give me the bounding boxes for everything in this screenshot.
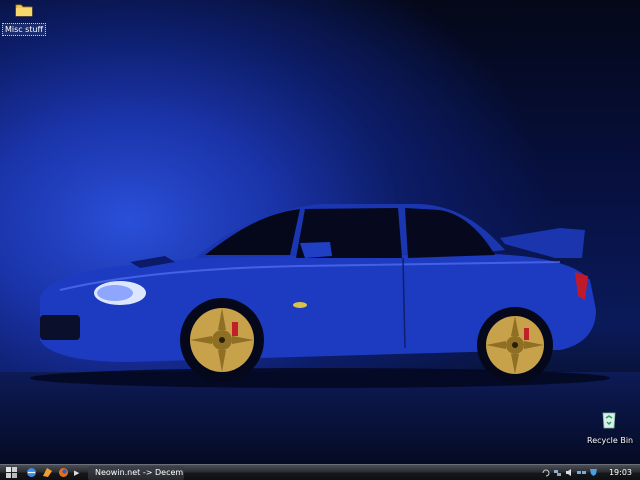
start-button[interactable] xyxy=(0,465,22,480)
taskbar-clock[interactable]: 19:03 xyxy=(609,468,632,477)
tray-network-2[interactable] xyxy=(577,468,587,478)
tray-expand[interactable] xyxy=(541,468,551,478)
desktop-icon-misc-stuff[interactable]: Misc stuff xyxy=(0,2,48,36)
network-icon xyxy=(554,470,562,476)
volume-icon xyxy=(566,469,572,476)
desktop-icon-label: Recycle Bin xyxy=(587,436,634,445)
shield-icon xyxy=(590,469,598,476)
desktop-icon-label: Misc stuff xyxy=(1,23,47,36)
quick-launch-media[interactable] xyxy=(40,466,54,480)
system-tray: 19:03 xyxy=(539,465,640,480)
firefox-icon xyxy=(58,468,68,477)
quick-launch-chevron[interactable]: ▶ xyxy=(74,469,82,477)
desktop-icon-recycle-bin[interactable]: Recycle Bin xyxy=(585,410,633,446)
tray-volume[interactable] xyxy=(565,468,575,478)
recycle-bin-icon xyxy=(602,412,616,429)
folder-icon xyxy=(15,4,33,17)
quick-launch-ie[interactable] xyxy=(24,466,38,480)
tray-network-1[interactable] xyxy=(553,468,563,478)
wallpaper-car xyxy=(30,204,610,388)
arrow-icon xyxy=(542,469,550,476)
quick-launch-firefox[interactable] xyxy=(56,466,70,480)
windows-logo-icon xyxy=(5,467,17,478)
ie-icon xyxy=(26,468,36,477)
media-icon xyxy=(42,468,52,477)
desktop: Misc stuff Recycle Bin xyxy=(0,0,640,464)
taskbar-task-firefox[interactable]: Neowin.net -> Decem.. xyxy=(88,465,184,480)
network-icon xyxy=(577,471,587,474)
task-label: Neowin.net -> Decem.. xyxy=(95,468,184,477)
taskbar: ▶ Neowin.net -> Decem.. 19:03 xyxy=(0,464,640,480)
tray-security[interactable] xyxy=(589,468,599,478)
